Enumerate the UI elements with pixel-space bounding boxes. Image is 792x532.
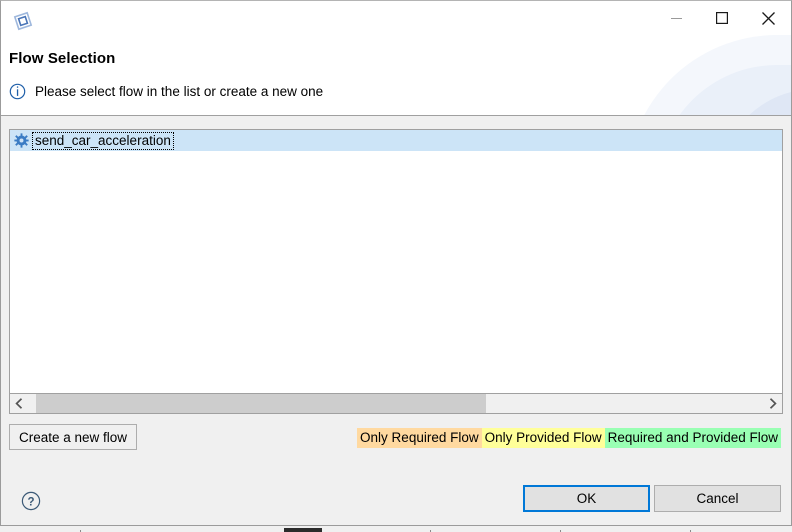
app-icon	[13, 11, 33, 31]
legend-and-create-row: Create a new flow Only Required Flow Onl…	[1, 424, 791, 452]
help-circle-icon[interactable]: ?	[21, 491, 41, 511]
taskbar-active-item	[284, 528, 322, 532]
gear-icon	[14, 133, 29, 148]
legend-item-required-and-provided: Required and Provided Flow	[604, 427, 781, 448]
legend-item-only-provided: Only Provided Flow	[481, 427, 605, 448]
legend-item-only-required: Only Required Flow	[357, 427, 482, 448]
chevron-left-icon	[15, 398, 23, 409]
flow-selection-dialog: Flow Selection Please select flow in the…	[0, 0, 792, 532]
close-button[interactable]	[745, 1, 791, 35]
maximize-icon	[716, 12, 728, 24]
page-title: Flow Selection	[9, 50, 116, 67]
scrollbar-track[interactable]	[28, 394, 764, 413]
list-item[interactable]: send_car_acceleration	[10, 130, 782, 151]
page-description-row: Please select flow in the list or create…	[9, 83, 323, 100]
close-icon	[761, 11, 775, 25]
minimize-button[interactable]	[653, 1, 699, 35]
horizontal-scrollbar[interactable]	[9, 394, 783, 414]
maximize-button[interactable]	[699, 1, 745, 35]
chevron-right-icon	[769, 398, 777, 409]
header-decoration	[644, 35, 791, 115]
flow-list[interactable]: send_car_acceleration	[9, 129, 783, 394]
scroll-right-button[interactable]	[764, 394, 782, 413]
dialog-body: send_car_acceleration Create a new flow …	[1, 116, 791, 525]
page-description: Please select flow in the list or create…	[35, 84, 324, 99]
ok-button[interactable]: OK	[523, 485, 650, 512]
info-circle-icon	[9, 83, 26, 100]
minimize-icon	[670, 17, 682, 19]
scrollbar-thumb[interactable]	[36, 394, 486, 413]
taskbar-strip	[0, 525, 792, 532]
window-controls	[653, 1, 791, 35]
cancel-button[interactable]: Cancel	[654, 485, 781, 512]
window-frame: Flow Selection Please select flow in the…	[0, 0, 792, 525]
create-new-flow-button[interactable]: Create a new flow	[9, 424, 138, 450]
scroll-left-button[interactable]	[10, 394, 28, 413]
list-item-focus-ring: send_car_acceleration	[32, 131, 174, 150]
svg-text:?: ?	[27, 496, 34, 508]
legend: Only Required Flow Only Provided Flow Re…	[357, 427, 781, 448]
dialog-footer: ? OK Cancel	[1, 474, 791, 524]
list-item-label: send_car_acceleration	[35, 132, 171, 148]
dialog-header: Flow Selection Please select flow in the…	[1, 1, 791, 116]
